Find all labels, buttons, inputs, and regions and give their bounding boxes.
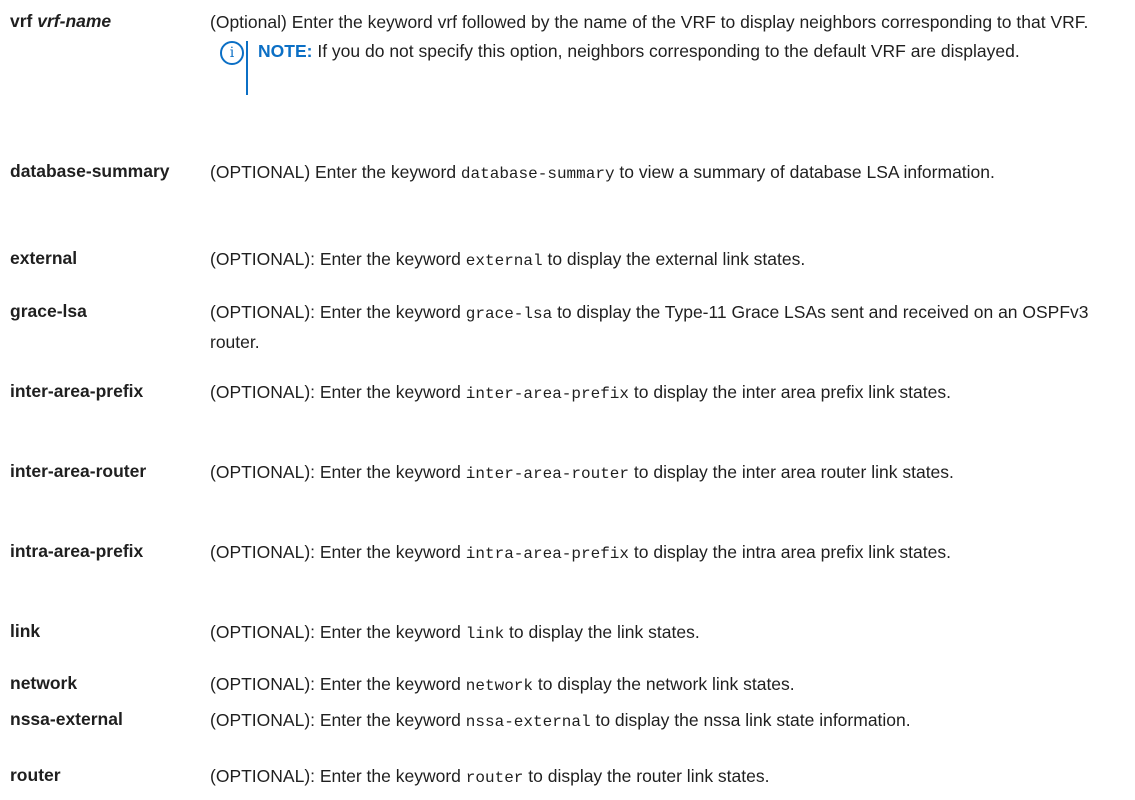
command-keyword: inter-area-router: [465, 465, 630, 483]
param-term-arg: vrf-name: [37, 11, 112, 31]
param-term: database-summary: [10, 161, 170, 181]
info-icon: i: [220, 41, 244, 65]
command-keyword: link: [465, 625, 505, 643]
param-description: (OPTIONAL) Enter the keyword database-su…: [210, 162, 995, 183]
param-term: inter-area-prefix: [10, 381, 144, 401]
param-term: network: [10, 673, 78, 693]
param-term: link: [10, 621, 41, 641]
command-keyword: inter-area-prefix: [465, 385, 630, 403]
param-term: inter-area-router: [10, 461, 147, 481]
param-term: router: [10, 765, 61, 785]
param-description: (OPTIONAL): Enter the keyword inter-area…: [210, 382, 951, 403]
param-description: (OPTIONAL): Enter the keyword link to di…: [210, 622, 700, 643]
param-description: (OPTIONAL): Enter the keyword nssa-exter…: [210, 710, 911, 731]
param-term: vrf vrf-name: [10, 8, 205, 34]
note-box: i NOTE: If you do not specify this optio…: [210, 37, 1125, 101]
command-keyword: intra-area-prefix: [465, 545, 630, 563]
note-text: If you do not specify this option, neigh…: [317, 41, 1020, 61]
note-label: NOTE:: [258, 41, 313, 61]
param-term: grace-lsa: [10, 301, 87, 321]
command-keyword: external: [465, 252, 543, 270]
param-term-keyword: vrf: [10, 11, 33, 31]
parameter-table: vrf vrf-name (Optional) Enter the keywor…: [0, 0, 1135, 800]
param-description: (OPTIONAL): Enter the keyword grace-lsa …: [210, 302, 1089, 352]
param-term: external: [10, 248, 78, 268]
param-description-text: (Optional) Enter the keyword vrf followe…: [210, 12, 1089, 32]
command-keyword: database-summary: [460, 165, 615, 183]
param-description: (OPTIONAL): Enter the keyword network to…: [210, 674, 795, 695]
param-description: (OPTIONAL): Enter the keyword external t…: [210, 249, 806, 270]
command-keyword: nssa-external: [465, 713, 591, 731]
note-divider: [246, 41, 248, 95]
param-description: (OPTIONAL): Enter the keyword intra-area…: [210, 542, 951, 563]
command-keyword: router: [465, 769, 524, 787]
param-term: intra-area-prefix: [10, 541, 144, 561]
param-description: (OPTIONAL): Enter the keyword router to …: [210, 766, 770, 787]
command-keyword: network: [465, 677, 533, 695]
param-term: nssa-external: [10, 709, 123, 729]
param-description: (OPTIONAL): Enter the keyword inter-area…: [210, 462, 954, 483]
command-keyword: grace-lsa: [465, 305, 553, 323]
param-description: (Optional) Enter the keyword vrf followe…: [210, 8, 1125, 101]
